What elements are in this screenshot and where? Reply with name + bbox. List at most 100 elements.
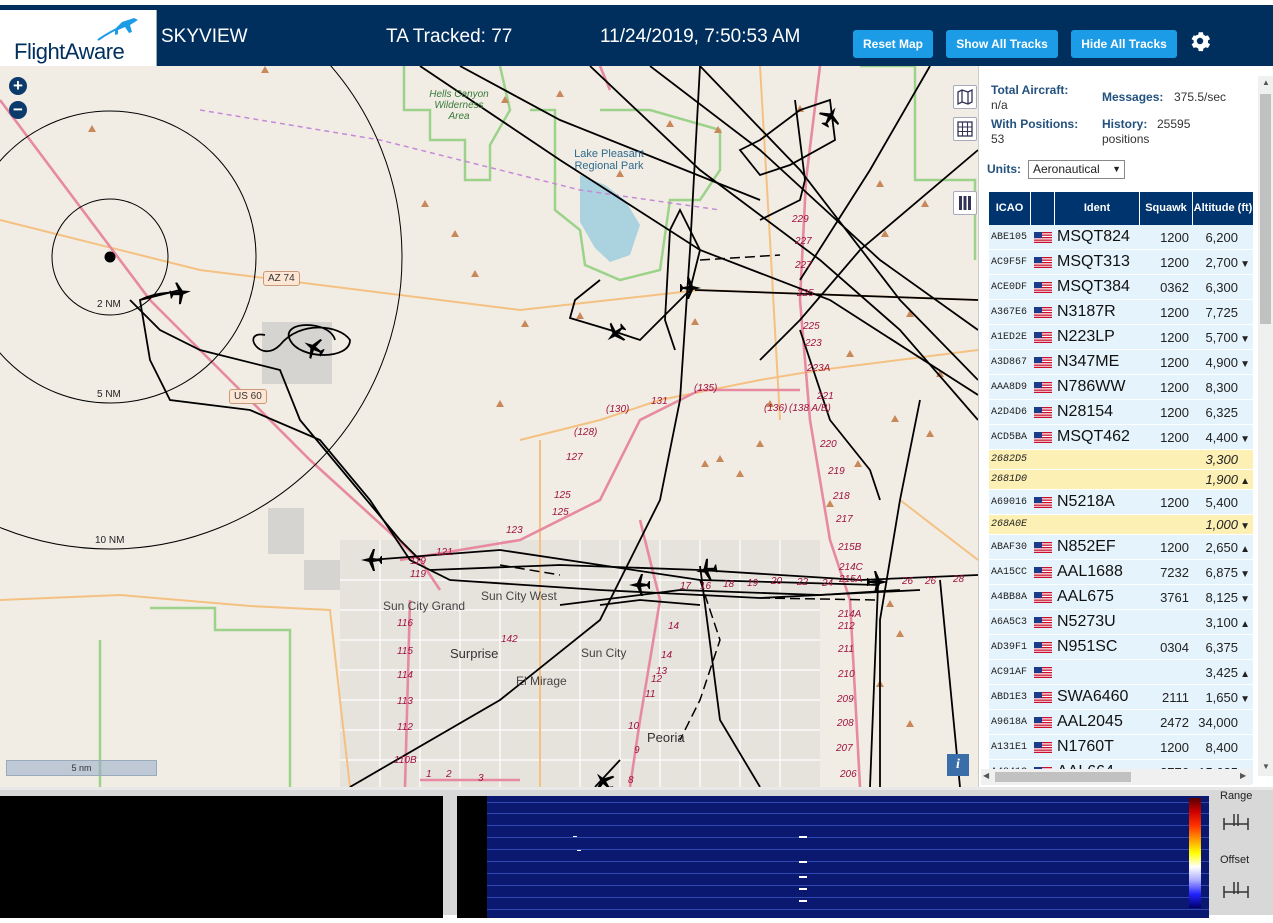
with-positions-value: 53 (991, 132, 1005, 146)
flag-cell (1031, 641, 1055, 653)
spectrum-plot (0, 796, 443, 918)
units-selected-value: Aeronautical (1033, 162, 1100, 176)
table-row[interactable]: AAA8D9 N786WW 1200 8,300 (989, 375, 1253, 400)
table-row[interactable]: AC91AF 3,425 ▲ (989, 660, 1253, 685)
mile-marker: 218 (833, 491, 850, 502)
altitude-cell: 2,650 ▲ (1193, 540, 1253, 555)
table-row[interactable]: 268A0E 1,000 ▼ (989, 515, 1253, 535)
col-header-altitude[interactable]: Altitude (ft) (1193, 192, 1253, 225)
reset-map-button[interactable]: Reset Map (853, 30, 933, 58)
table-row[interactable]: ACD5BA MSQT462 1200 4,400 ▼ (989, 425, 1253, 450)
altitude-trend-icon: ▼ (1240, 521, 1250, 532)
color-scale-bar (1189, 798, 1201, 908)
icao-cell: ABD1E3 (991, 691, 1028, 703)
table-row[interactable]: A69016 N5218A 1200 5,400 (989, 490, 1253, 515)
mile-marker: 24 (822, 578, 834, 589)
mile-marker: 214A (838, 609, 862, 620)
ident-cell: N3187R (1057, 303, 1116, 320)
squawk-cell: 1200 (1160, 739, 1189, 755)
mile-marker: 3 (478, 773, 484, 784)
col-header-flag[interactable] (1031, 192, 1055, 225)
map-canvas (0, 66, 978, 787)
us-flag-icon (1034, 231, 1052, 243)
table-row[interactable]: A131E1 N1760T 1200 8,400 (989, 735, 1253, 760)
scroll-right-arrow-icon[interactable]: ▶ (1240, 771, 1246, 780)
table-row[interactable]: ABE105 MSQT824 1200 6,200 (989, 225, 1253, 250)
mile-marker: 227 (795, 236, 812, 247)
mile-marker: 125 (554, 490, 571, 501)
scrollbar-thumb[interactable] (1260, 94, 1271, 324)
scroll-up-arrow-icon[interactable]: ▲ (1262, 78, 1270, 87)
col-header-icao[interactable]: ICAO (989, 192, 1031, 225)
horizontal-scrollbar-thumb[interactable] (995, 772, 1131, 782)
mile-marker: 223A (807, 363, 831, 374)
ident-cell: AAL1688 (1057, 563, 1123, 580)
altitude-cell: 3,425 ▲ (1193, 665, 1253, 680)
flag-cell (1031, 406, 1055, 418)
icao-cell: A4BB8A (991, 591, 1028, 603)
grid-toggle-button[interactable] (953, 117, 977, 141)
range-slider[interactable] (1222, 812, 1250, 832)
units-select[interactable]: Aeronautical ▼ (1028, 160, 1125, 179)
horizontal-scrollbar[interactable]: ◀ ▶ (981, 769, 1251, 785)
table-row[interactable]: AC9F5F MSQT313 1200 2,700 ▼ (989, 250, 1253, 275)
slider-handle-icon (1223, 814, 1249, 830)
col-header-ident[interactable]: Ident (1055, 192, 1140, 225)
icao-cell: 2682D5 (991, 454, 1028, 465)
table-row[interactable]: ACE0DF MSQT384 0362 6,300 (989, 275, 1253, 300)
table-row[interactable]: 2681D0 1,900 ▲ (989, 470, 1253, 490)
table-row[interactable]: ABD1E3 SWA6460 2111 1,650 ▼ (989, 685, 1253, 710)
table-body: ABE105 MSQT824 1200 6,200 AC9F5F MSQT313 1200 2… (989, 225, 1253, 785)
altitude-trend-icon: ▼ (1240, 593, 1250, 605)
table-row[interactable]: AA15CC AAL1688 7232 6,875 ▼ (989, 560, 1253, 585)
squawk-cell: 7232 (1160, 564, 1189, 580)
zoom-out-button[interactable]: − (9, 101, 27, 119)
flightaware-logo[interactable]: FlightAware (0, 10, 157, 71)
icao-cell: ACE0DF (991, 281, 1028, 293)
mile-marker: 2 (446, 769, 452, 780)
mile-marker: 119 (410, 569, 426, 580)
hide-all-tracks-button[interactable]: Hide All Tracks (1071, 30, 1177, 58)
scroll-left-arrow-icon[interactable]: ◀ (983, 771, 989, 780)
info-button[interactable]: i (947, 754, 969, 776)
table-row[interactable]: A2D4D6 N28154 1200 6,325 (989, 400, 1253, 425)
table-row[interactable]: A6A5C3 N5273U 3,100 ▲ (989, 610, 1253, 635)
table-row[interactable]: A3D867 N347ME 1200 4,900 ▼ (989, 350, 1253, 375)
table-row[interactable]: A1ED2E N223LP 1200 5,700 ▼ (989, 325, 1253, 350)
table-row[interactable]: AD39F1 N951SC 0304 6,375 (989, 635, 1253, 660)
icao-cell: AAA8D9 (991, 381, 1028, 393)
scroll-down-arrow-icon[interactable]: ▼ (1262, 762, 1270, 771)
app-title: SKYVIEW (161, 26, 248, 47)
table-header-row: ICAO Ident Squawk Altitude (ft) (989, 192, 1253, 225)
table-row[interactable]: ABAF30 N852EF 1200 2,650 ▲ (989, 535, 1253, 560)
gear-icon[interactable] (1188, 29, 1212, 53)
mile-marker: (136) (764, 403, 788, 414)
map-view[interactable]: 2 NM 5 NM 10 NM Hells Canyon Wilderness … (0, 66, 978, 787)
mile-marker: (135) (694, 383, 718, 394)
us-flag-icon (1034, 331, 1052, 343)
icao-cell: A9618A (991, 716, 1028, 728)
map-icon (957, 89, 973, 105)
us-flag-icon (1034, 381, 1052, 393)
table-row[interactable]: A367E6 N3187R 1200 7,725 (989, 300, 1253, 325)
table-row[interactable]: 2682D5 3,300 (989, 450, 1253, 470)
altitude-cell: 1,650 ▼ (1193, 690, 1253, 705)
ident-cell: MSQT824 (1057, 228, 1130, 245)
flag-cell (1031, 691, 1055, 703)
column-toggle-button[interactable] (953, 191, 977, 215)
squawk-cell: 1200 (1160, 379, 1189, 395)
mile-marker: 225 (803, 321, 820, 332)
mile-marker: 22 (797, 577, 809, 588)
map-layers-button[interactable] (953, 85, 977, 109)
altitude-cell: 5,700 ▼ (1193, 330, 1253, 345)
map-label-lake-pleasant: Lake Pleasant Regional Park (574, 148, 644, 172)
col-header-squawk[interactable]: Squawk (1140, 192, 1193, 225)
mile-marker: 11 (645, 689, 656, 700)
table-row[interactable]: A4BB8A AAL675 3761 8,125 ▼ (989, 585, 1253, 610)
table-row[interactable]: A9618A AAL2045 2472 34,000 (989, 710, 1253, 735)
vertical-scrollbar[interactable]: ▲ ▼ (1258, 76, 1273, 776)
show-all-tracks-button[interactable]: Show All Tracks (946, 30, 1058, 58)
offset-slider[interactable] (1222, 880, 1250, 900)
zoom-in-button[interactable]: + (9, 77, 27, 95)
icao-cell: AD39F1 (991, 641, 1028, 653)
